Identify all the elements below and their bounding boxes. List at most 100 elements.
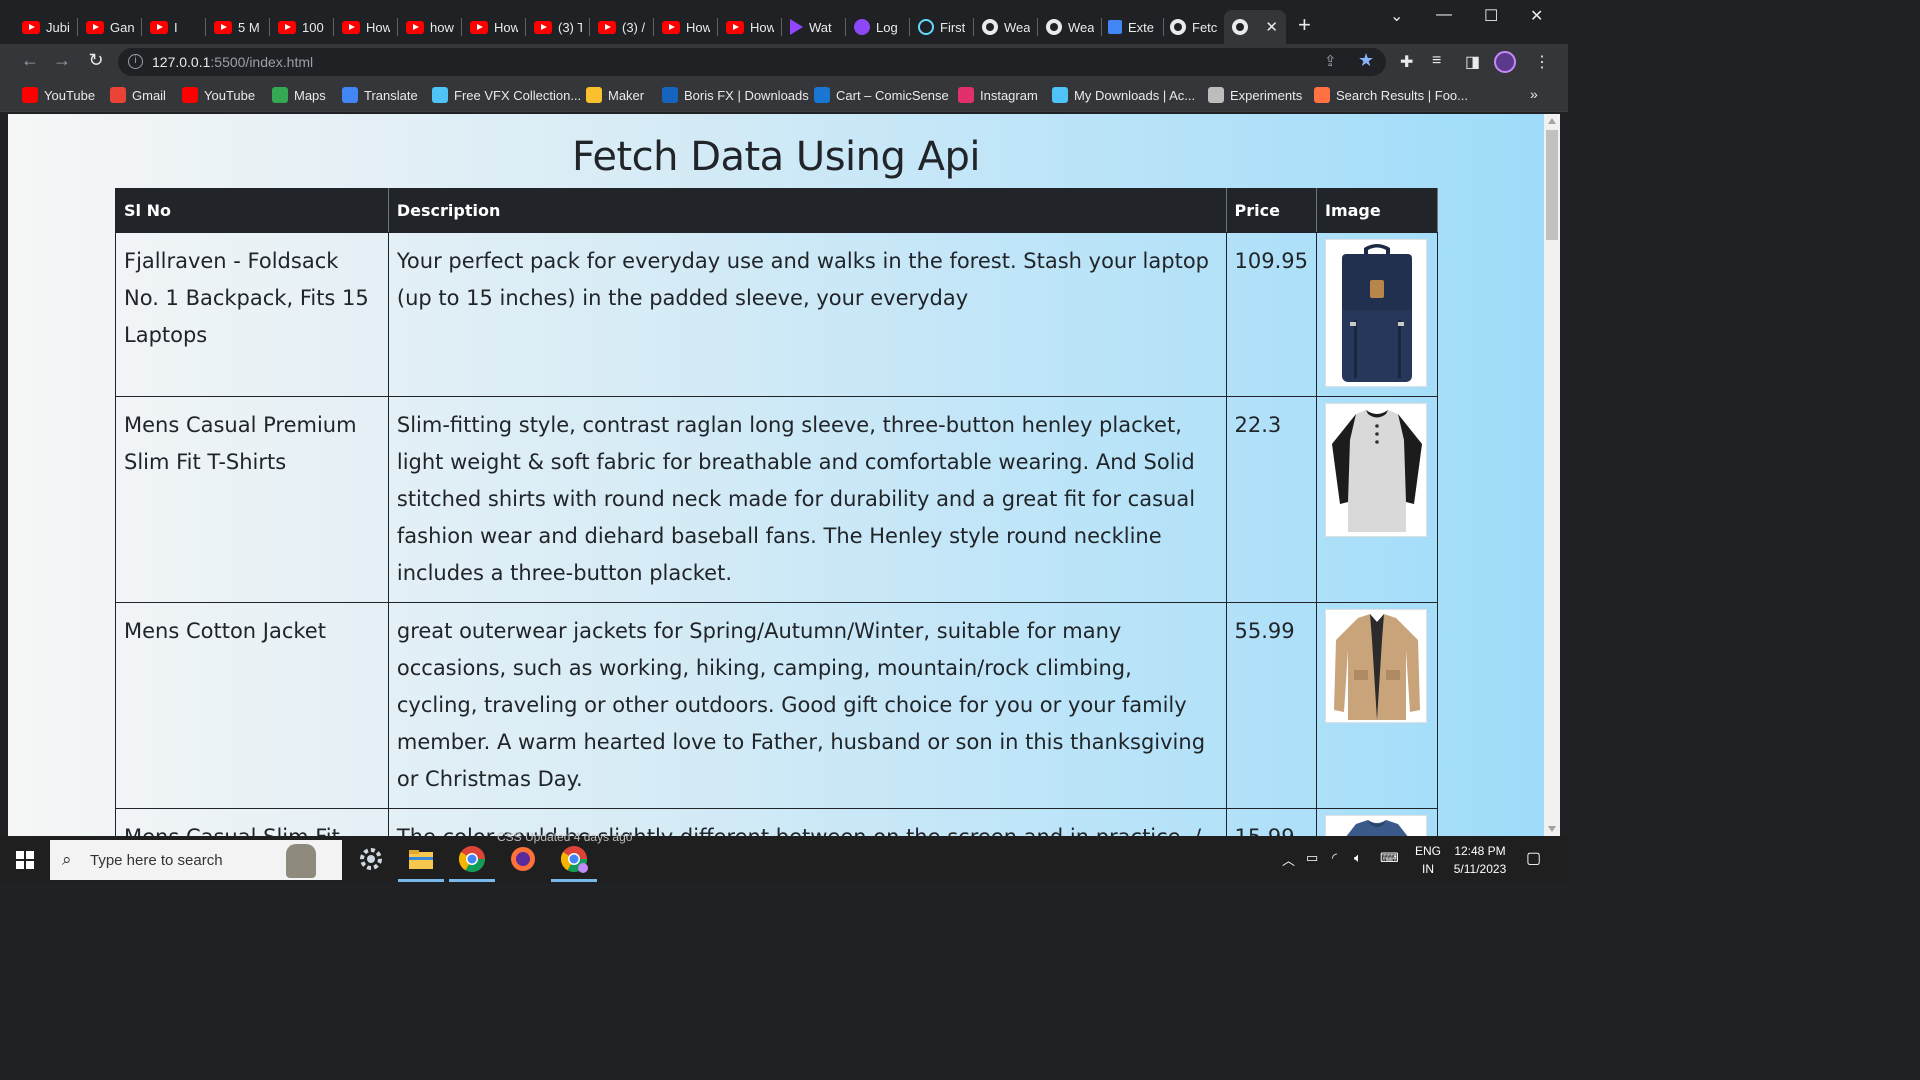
back-arrow-icon[interactable]: ← [18, 50, 42, 71]
share-icon[interactable]: ⇪ [1324, 52, 1337, 70]
new-tab-button[interactable]: + [1298, 14, 1311, 36]
bookmark-item[interactable]: Cart – ComicSense [814, 87, 949, 103]
browser-tab[interactable]: (3) T [526, 10, 590, 44]
reload-icon[interactable]: ↻ [84, 50, 108, 71]
firefox-icon[interactable] [508, 844, 538, 874]
youtube-icon [662, 20, 680, 34]
globe-icon [982, 19, 998, 35]
settings-gear-icon[interactable] [356, 844, 386, 874]
hover-preview-label: CSS Updated 4 days ago [497, 830, 633, 844]
browser-tab[interactable]: I✕ [1224, 10, 1286, 44]
youtube-icon [342, 20, 360, 34]
keyboard-icon[interactable]: ⌨ [1380, 850, 1399, 866]
youtube-icon [406, 20, 424, 34]
browser-tab[interactable]: First [910, 10, 974, 44]
side-panel-icon[interactable]: ◨ [1465, 52, 1480, 72]
browser-tab[interactable]: Exte [1100, 10, 1164, 44]
page-scrollbar[interactable] [1544, 114, 1560, 836]
bookmark-item[interactable]: Search Results | Foo... [1314, 87, 1468, 103]
browser-tab[interactable]: Jubi [14, 10, 78, 44]
minimize-button[interactable]: — [1436, 6, 1452, 24]
chrome-icon[interactable] [449, 844, 495, 882]
menu-kebab-icon[interactable]: ⋮ [1534, 52, 1550, 72]
region-code: IN [1422, 862, 1434, 876]
tab-search-chevron-icon[interactable]: ⌄ [1390, 6, 1403, 26]
bookmark-item[interactable]: Free VFX Collection... [432, 87, 581, 103]
browser-tab[interactable]: How [654, 10, 718, 44]
bookmark-favicon-icon [272, 87, 288, 103]
browser-tab[interactable]: (3) / [590, 10, 654, 44]
globe-icon [1170, 19, 1186, 35]
browser-tab[interactable]: How [462, 10, 526, 44]
scroll-down-arrow-icon[interactable] [1548, 826, 1556, 832]
scrollbar-thumb[interactable] [1546, 130, 1558, 240]
browser-tab[interactable]: How [718, 10, 782, 44]
browser-tab[interactable]: I [142, 10, 206, 44]
extensions-puzzle-icon[interactable]: ✚ [1400, 52, 1413, 72]
bookmark-favicon-icon [1208, 87, 1224, 103]
tab-label: 5 M [238, 19, 260, 35]
tab-label: Wea [1004, 19, 1030, 35]
address-bar[interactable]: i 127.0.0.1:5500/index.html ⇪ ★ [118, 48, 1386, 76]
file-explorer-icon[interactable] [398, 844, 444, 882]
bookmark-item[interactable]: Instagram [958, 87, 1038, 103]
browser-tab[interactable]: Log [846, 10, 910, 44]
product-price: 55.99 [1225, 602, 1318, 809]
table-row: Mens Casual Slim Fit The color could be … [115, 808, 1438, 836]
language-indicator[interactable]: ENG IN [1412, 842, 1444, 878]
tab-label: Jubi [46, 19, 70, 35]
backpack-image [1325, 239, 1427, 387]
bookmark-label: Gmail [132, 87, 166, 103]
bookmark-label: Boris FX | Downloads [684, 87, 809, 103]
youtube-icon [278, 20, 296, 34]
profile-avatar[interactable] [1494, 51, 1516, 73]
tray-chevron-icon[interactable]: ︿ [1282, 850, 1295, 869]
volume-icon[interactable]: 🔈︎ [1354, 850, 1362, 866]
system-clock[interactable]: 12:48 PM 5/11/2023 [1448, 842, 1512, 878]
taskbar-search-box[interactable]: ⌕ Type here to search [50, 840, 342, 880]
browser-tab[interactable]: Gan [78, 10, 142, 44]
windows-start-icon[interactable] [16, 851, 34, 869]
network-icon[interactable]: ◜ [1332, 850, 1337, 866]
bookmark-item[interactable]: YouTube [182, 87, 255, 103]
bookmark-item[interactable]: Boris FX | Downloads [662, 87, 809, 103]
browser-tab[interactable]: Wea [974, 10, 1038, 44]
chrome-profile-icon[interactable] [551, 844, 597, 882]
media-control-icon[interactable]: ≡ [1432, 52, 1441, 70]
browser-tab[interactable]: Fetc [1162, 10, 1226, 44]
browser-tab[interactable]: how [398, 10, 462, 44]
bookmark-item[interactable]: My Downloads | Ac... [1052, 87, 1195, 103]
tab-label: (3) / [622, 19, 646, 35]
bookmark-star-icon[interactable]: ★ [1358, 50, 1374, 71]
product-image-cell [1316, 808, 1438, 836]
close-tab-icon[interactable]: ✕ [1265, 18, 1278, 36]
bookmark-item[interactable]: Translate [342, 87, 418, 103]
bookmarks-overflow-icon[interactable]: » [1530, 86, 1538, 102]
site-info-icon[interactable]: i [128, 54, 143, 69]
browser-tab[interactable]: 5 M [206, 10, 270, 44]
taskbar-search-placeholder: Type here to search [90, 852, 223, 869]
browser-tab[interactable]: Wat [782, 10, 846, 44]
battery-icon[interactable]: ▭ [1306, 850, 1318, 866]
close-window-button[interactable]: ✕ [1530, 6, 1543, 26]
url-path: :5500/index.html [210, 54, 314, 70]
maximize-button[interactable]: ☐ [1484, 6, 1498, 26]
youtube-icon [726, 20, 744, 34]
bookmark-item[interactable]: Gmail [110, 87, 166, 103]
browser-tab[interactable]: Wea [1038, 10, 1102, 44]
forward-arrow-icon[interactable]: → [50, 50, 74, 71]
browser-tab[interactable]: 100 [270, 10, 334, 44]
bookmark-item[interactable]: Experiments [1208, 87, 1302, 103]
bookmark-item[interactable]: YouTube [22, 87, 95, 103]
globe-icon [1046, 19, 1062, 35]
address-url[interactable]: 127.0.0.1:5500/index.html [152, 54, 313, 70]
column-header-price: Price [1225, 188, 1318, 233]
notifications-icon[interactable]: ▢ [1526, 848, 1541, 868]
browser-tab[interactable]: How [334, 10, 398, 44]
bookmark-favicon-icon [1052, 87, 1068, 103]
scroll-up-arrow-icon[interactable] [1548, 118, 1556, 124]
table-row: Mens Cotton Jacket great outerwear jacke… [115, 602, 1438, 809]
bookmark-item[interactable]: Maps [272, 87, 326, 103]
bookmark-item[interactable]: Maker [586, 87, 644, 103]
bookmark-favicon-icon [342, 87, 358, 103]
